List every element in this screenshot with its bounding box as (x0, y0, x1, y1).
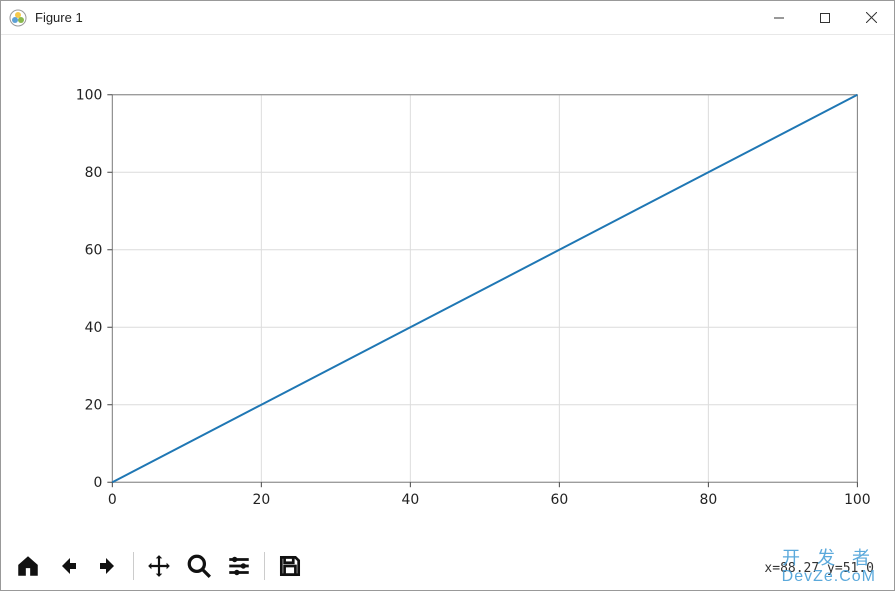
svg-text:60: 60 (85, 243, 103, 259)
svg-text:100: 100 (844, 492, 871, 508)
configure-subplots-button[interactable] (222, 549, 256, 583)
arrow-right-icon (96, 554, 120, 578)
home-button[interactable] (11, 549, 45, 583)
svg-text:0: 0 (108, 492, 117, 508)
move-icon (146, 553, 172, 579)
zoom-button[interactable] (182, 549, 216, 583)
minimize-button[interactable] (756, 1, 802, 35)
toolbar-separator (133, 552, 134, 580)
pan-button[interactable] (142, 549, 176, 583)
back-button[interactable] (51, 549, 85, 583)
close-button[interactable] (848, 1, 894, 35)
svg-text:40: 40 (85, 320, 103, 336)
svg-text:60: 60 (550, 492, 568, 508)
home-icon (15, 553, 41, 579)
svg-text:40: 40 (401, 492, 419, 508)
maximize-button[interactable] (802, 1, 848, 35)
svg-text:100: 100 (76, 88, 103, 104)
save-icon (277, 553, 303, 579)
sliders-icon (226, 553, 252, 579)
toolbar-separator (264, 552, 265, 580)
window-titlebar: Figure 1 (1, 1, 894, 35)
app-icon (9, 9, 27, 27)
cursor-coordinates: x=88.27 y=51.0 (764, 561, 874, 576)
plot-area[interactable]: 0 20 40 60 80 100 0 20 40 60 80 100 (1, 35, 894, 542)
save-button[interactable] (273, 549, 307, 583)
window-title: Figure 1 (35, 10, 83, 25)
arrow-left-icon (56, 554, 80, 578)
forward-button[interactable] (91, 549, 125, 583)
svg-text:80: 80 (85, 165, 103, 181)
svg-text:80: 80 (699, 492, 717, 508)
matplotlib-toolbar: x=88.27 y=51.0 开 发 者 DevZe.CoM (1, 542, 894, 590)
magnifier-icon (186, 553, 212, 579)
svg-text:0: 0 (93, 475, 102, 491)
svg-text:20: 20 (85, 398, 103, 414)
line-chart: 0 20 40 60 80 100 0 20 40 60 80 100 (1, 35, 894, 542)
svg-text:20: 20 (252, 492, 270, 508)
